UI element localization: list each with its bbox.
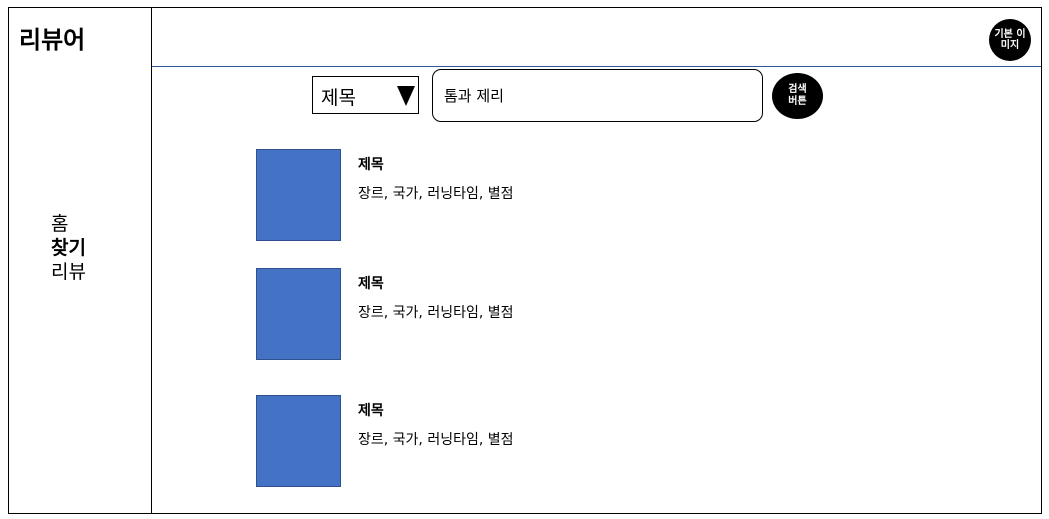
result-thumbnail[interactable] bbox=[256, 268, 341, 360]
search-filter-select[interactable]: 제목 bbox=[312, 76, 419, 114]
result-thumbnail[interactable] bbox=[256, 149, 341, 241]
search-button-label: 검색 버튼 bbox=[788, 84, 807, 107]
result-title[interactable]: 제목 bbox=[358, 273, 384, 293]
result-meta: 장르, 국가, 러닝타임, 별점 bbox=[358, 432, 514, 448]
search-input[interactable] bbox=[432, 69, 763, 122]
result-thumbnail[interactable] bbox=[256, 395, 341, 487]
sidebar: 리뷰어 홈 찾기 리뷰 bbox=[9, 8, 152, 513]
sidebar-item-home[interactable]: 홈 bbox=[51, 212, 86, 236]
sidebar-item-review[interactable]: 리뷰 bbox=[51, 260, 86, 284]
result-meta: 장르, 국가, 러닝타임, 별점 bbox=[358, 186, 514, 202]
result-title[interactable]: 제목 bbox=[358, 154, 384, 174]
search-filter-value: 제목 bbox=[321, 87, 356, 109]
result-meta: 장르, 국가, 러닝타임, 별점 bbox=[358, 305, 514, 321]
search-button[interactable]: 검색 버튼 bbox=[772, 73, 823, 119]
app-title: 리뷰어 bbox=[19, 26, 86, 54]
app-frame: 리뷰어 홈 찾기 리뷰 기본 이미지 제목 검색 버튼 제목 장르, 국가, 러… bbox=[8, 7, 1042, 514]
avatar[interactable]: 기본 이미지 bbox=[989, 19, 1031, 61]
caret-down-icon bbox=[397, 86, 415, 106]
sidebar-nav: 홈 찾기 리뷰 bbox=[51, 212, 86, 284]
result-title[interactable]: 제목 bbox=[358, 400, 384, 420]
avatar-label: 기본 이미지 bbox=[994, 29, 1026, 51]
sidebar-item-search[interactable]: 찾기 bbox=[51, 236, 86, 260]
header-divider bbox=[152, 66, 1041, 67]
